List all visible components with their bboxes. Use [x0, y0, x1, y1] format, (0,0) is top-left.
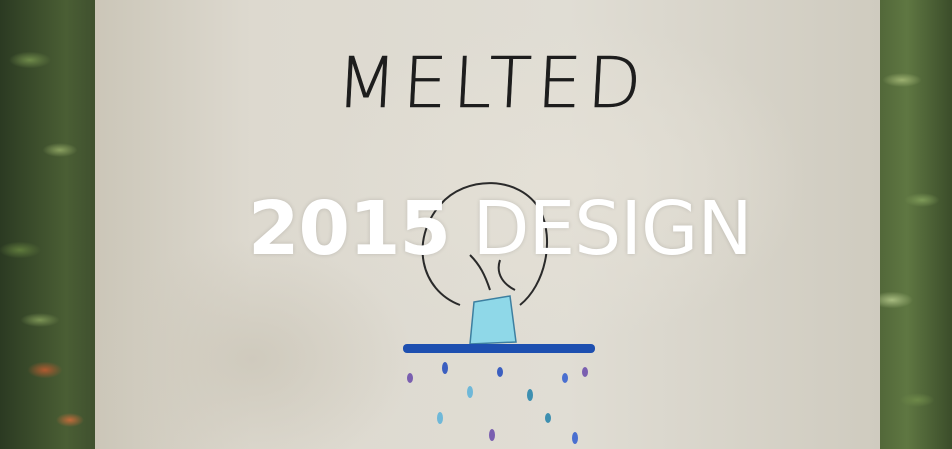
water-drops [407, 362, 588, 444]
overlay-heading: 2015 DESIGN [248, 186, 753, 272]
ice-cube [469, 295, 517, 345]
overlay-label: DESIGN [472, 186, 753, 272]
puddle [403, 344, 595, 353]
overlay-year: 2015 [248, 186, 451, 272]
